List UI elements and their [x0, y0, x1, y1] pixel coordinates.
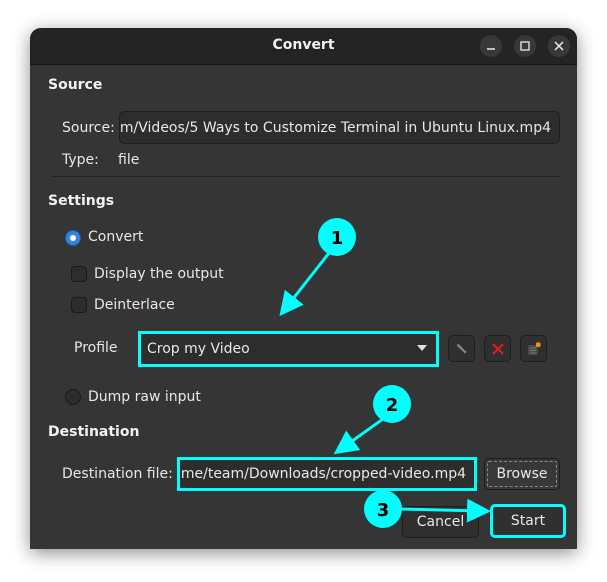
new-profile-button[interactable]	[520, 335, 547, 362]
maximize-button[interactable]	[514, 35, 536, 57]
convert-label[interactable]: Convert	[88, 229, 143, 245]
maximize-icon	[520, 41, 530, 51]
separator	[52, 176, 560, 177]
destination-section-header: Destination	[48, 424, 140, 440]
new-list-icon	[527, 342, 540, 355]
delete-profile-button[interactable]	[484, 335, 511, 362]
minimize-button[interactable]	[480, 35, 502, 57]
wrench-icon	[456, 343, 466, 353]
deinterlace-label[interactable]: Deinterlace	[94, 297, 175, 313]
deinterlace-checkbox[interactable]	[71, 297, 87, 313]
source-section-header: Source	[48, 77, 103, 93]
convert-radio[interactable]	[65, 230, 81, 246]
type-label: Type:	[62, 152, 99, 168]
type-value: file	[118, 152, 140, 168]
close-icon	[554, 41, 564, 51]
profile-value: Crop my Video	[147, 341, 250, 357]
convert-dialog: Convert Source Source: am/Videos/5 Ways …	[30, 28, 577, 549]
browse-button[interactable]: Browse	[484, 458, 560, 490]
source-field[interactable]: am/Videos/5 Ways to Customize Terminal i…	[119, 111, 560, 144]
destination-file-field[interactable]: me/team/Downloads/cropped-video.mp4	[177, 457, 477, 491]
minimize-icon	[487, 48, 495, 50]
x-icon	[491, 342, 504, 355]
profile-label: Profile	[74, 340, 118, 356]
source-label: Source:	[62, 120, 115, 136]
dump-raw-radio[interactable]	[65, 389, 81, 405]
destination-file-value: me/team/Downloads/cropped-video.mp4	[180, 466, 466, 482]
start-button[interactable]: Start	[490, 504, 566, 538]
profile-dropdown[interactable]: Crop my Video	[138, 331, 439, 367]
display-output-label[interactable]: Display the output	[94, 266, 224, 282]
dump-raw-label[interactable]: Dump raw input	[88, 389, 201, 405]
cancel-button[interactable]: Cancel	[402, 506, 479, 538]
destination-file-label: Destination file:	[62, 466, 173, 482]
dropdown-arrow-icon	[417, 345, 427, 351]
close-button[interactable]	[548, 35, 570, 57]
source-value: am/Videos/5 Ways to Customize Terminal i…	[119, 119, 551, 136]
titlebar: Convert	[30, 28, 577, 65]
display-output-checkbox[interactable]	[71, 266, 87, 282]
settings-section-header: Settings	[48, 193, 115, 209]
edit-profile-button[interactable]	[448, 335, 475, 362]
